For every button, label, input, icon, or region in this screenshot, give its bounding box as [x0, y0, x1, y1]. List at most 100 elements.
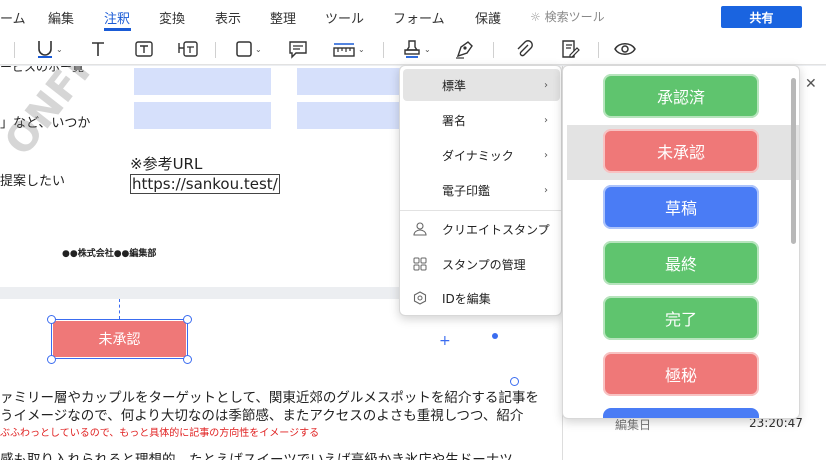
standard-stamps-panel: 承認済 未承認 草稿 最終 完了 極秘 — [562, 65, 800, 419]
crosshair-icon: + — [439, 333, 451, 349]
paperclip-icon — [517, 40, 533, 57]
company-name: ●●株式会社●●編集部 — [62, 249, 157, 259]
divider — [14, 42, 15, 58]
menu-item-label: 電子印鑑 — [442, 183, 491, 198]
menu-item-label: スタンプの管理 — [442, 257, 526, 272]
eye-icon — [614, 43, 636, 55]
divider — [493, 42, 494, 58]
callout-tool[interactable] — [177, 37, 199, 61]
menu-home[interactable]: ーム — [0, 8, 26, 27]
chevron-down-icon: ⌄ — [424, 44, 431, 54]
textbox-tool[interactable] — [134, 37, 154, 61]
comment-tool[interactable] — [288, 37, 308, 61]
menu-organize[interactable]: 整理 — [270, 8, 296, 27]
pen-nib-icon — [456, 41, 473, 59]
stamp-completed[interactable]: 完了 — [603, 296, 759, 340]
divider — [598, 42, 599, 58]
chevron-right-icon: › — [544, 184, 548, 196]
search-tools[interactable]: ☼ 検索ツール — [530, 8, 605, 25]
placed-stamp[interactable]: 未承認 — [53, 321, 186, 357]
stamp-confidential[interactable]: 極秘 — [603, 352, 759, 396]
stamp-not-approved[interactable]: 未承認 — [603, 129, 759, 173]
scrollbar-thumb[interactable] — [791, 78, 796, 244]
menu-item-standard[interactable]: 標準 › — [403, 69, 560, 101]
stamp-approved[interactable]: 承認済 — [603, 74, 759, 118]
menu-item-label: IDを編集 — [442, 291, 491, 306]
doc-text: 提案したい — [0, 174, 66, 189]
search-tools-label: 検索ツール — [544, 10, 605, 24]
signature-tool[interactable] — [454, 37, 476, 61]
stamp-menu: 標準 › 署名 › ダイナミック › 電子印鑑 › クリエイトスタンプ › スタ… — [399, 65, 562, 316]
text-icon — [92, 42, 104, 56]
menu-tools[interactable]: ツール — [325, 8, 364, 27]
menu-item-label: ダイナミック — [442, 148, 514, 163]
menu-convert[interactable]: 変換 — [159, 8, 185, 27]
comment-icon — [289, 41, 307, 59]
divider — [400, 210, 561, 211]
doc-body-line: うイメージなので、何より大切なのは季節感、またアクセスのよさも重視しつつ、紹介 — [0, 408, 524, 424]
table-cell — [297, 102, 402, 129]
sign-doc-tool[interactable] — [560, 37, 580, 61]
doc-body-line: ァミリー層やカップルをターゲットとして、関東近郊のグルメスポットを紹介する記事を — [0, 390, 539, 406]
document-edit-icon — [562, 40, 580, 58]
rectangle-icon — [236, 41, 252, 57]
close-icon[interactable]: ✕ — [805, 76, 817, 92]
chevron-right-icon: › — [544, 223, 548, 235]
chevron-right-icon: › — [544, 79, 548, 91]
measure-tool[interactable]: ⌄ — [332, 37, 365, 61]
shape-tool[interactable]: ⌄ — [235, 37, 262, 61]
menu-item-dynamic[interactable]: ダイナミック › — [403, 139, 560, 171]
resize-handle[interactable] — [183, 355, 192, 364]
anchor-handle[interactable] — [510, 377, 519, 386]
rotate-guide — [119, 299, 120, 319]
table-cell — [134, 68, 271, 95]
divider — [383, 42, 384, 58]
active-tab-indicator — [104, 28, 131, 31]
table-cell — [134, 102, 271, 129]
anchor-point — [492, 333, 498, 339]
divider — [215, 42, 216, 58]
ref-url-link[interactable]: https://sankou.test/ — [130, 174, 280, 194]
menu-view[interactable]: 表示 — [215, 8, 241, 27]
menu-item-label: クリエイトスタンプ — [442, 222, 550, 237]
underline-icon — [38, 41, 52, 58]
menu-protect[interactable]: 保護 — [475, 8, 501, 27]
stamp-final[interactable]: 最終 — [603, 241, 759, 285]
stamp-partial[interactable] — [603, 408, 759, 418]
underline-tool[interactable]: ⌄ — [36, 37, 63, 61]
table-cell — [297, 68, 402, 95]
grid-icon — [412, 256, 428, 272]
menu-form[interactable]: フォーム — [393, 8, 445, 27]
menu-edit[interactable]: 編集 — [48, 8, 74, 27]
stamp-draft[interactable]: 草稿 — [603, 185, 759, 229]
ruler-icon — [333, 43, 355, 57]
resize-handle[interactable] — [47, 315, 56, 324]
menu-item-signature[interactable]: 署名 › — [403, 104, 560, 136]
chevron-down-icon: ⌄ — [255, 44, 262, 54]
menu-item-label: 標準 — [442, 78, 467, 93]
ref-label: ※参考URL — [130, 155, 203, 173]
share-button[interactable]: 共有 — [721, 6, 802, 28]
text-tool[interactable] — [90, 37, 106, 61]
menu-item-edit-id[interactable]: IDを編集 — [403, 282, 560, 314]
resize-handle[interactable] — [47, 355, 56, 364]
person-stamp-icon — [412, 221, 428, 237]
view-tool[interactable] — [613, 37, 637, 61]
annotation-toolbar: ⌄ ⌄ ⌄ ⌄ — [0, 33, 826, 65]
attach-tool[interactable] — [514, 37, 534, 61]
chevron-right-icon: › — [544, 149, 548, 161]
menu-item-e-seal[interactable]: 電子印鑑 › — [403, 174, 560, 206]
menu-item-manage-stamps[interactable]: スタンプの管理 — [403, 248, 560, 280]
id-hex-icon — [412, 290, 428, 306]
resize-handle[interactable] — [183, 315, 192, 324]
menu-annotate[interactable]: 注釈 — [104, 8, 130, 27]
lightbulb-icon: ☼ — [530, 10, 541, 24]
chevron-right-icon: › — [544, 114, 548, 126]
callout-icon — [178, 41, 198, 57]
menu-item-label: 署名 — [442, 113, 467, 128]
doc-note: ぶふわっとしているので、もっと具体的に記事の方向性をイメージする — [0, 428, 320, 439]
doc-body-line: 感も取り入れられると理想的。たとえばスイーツでいえば高級かき氷店や生ドーナツ — [0, 452, 513, 460]
menu-item-create-stamp[interactable]: クリエイトスタンプ › — [403, 213, 560, 245]
stamp-tool[interactable]: ⌄ — [402, 37, 431, 61]
textbox-icon — [135, 41, 153, 57]
